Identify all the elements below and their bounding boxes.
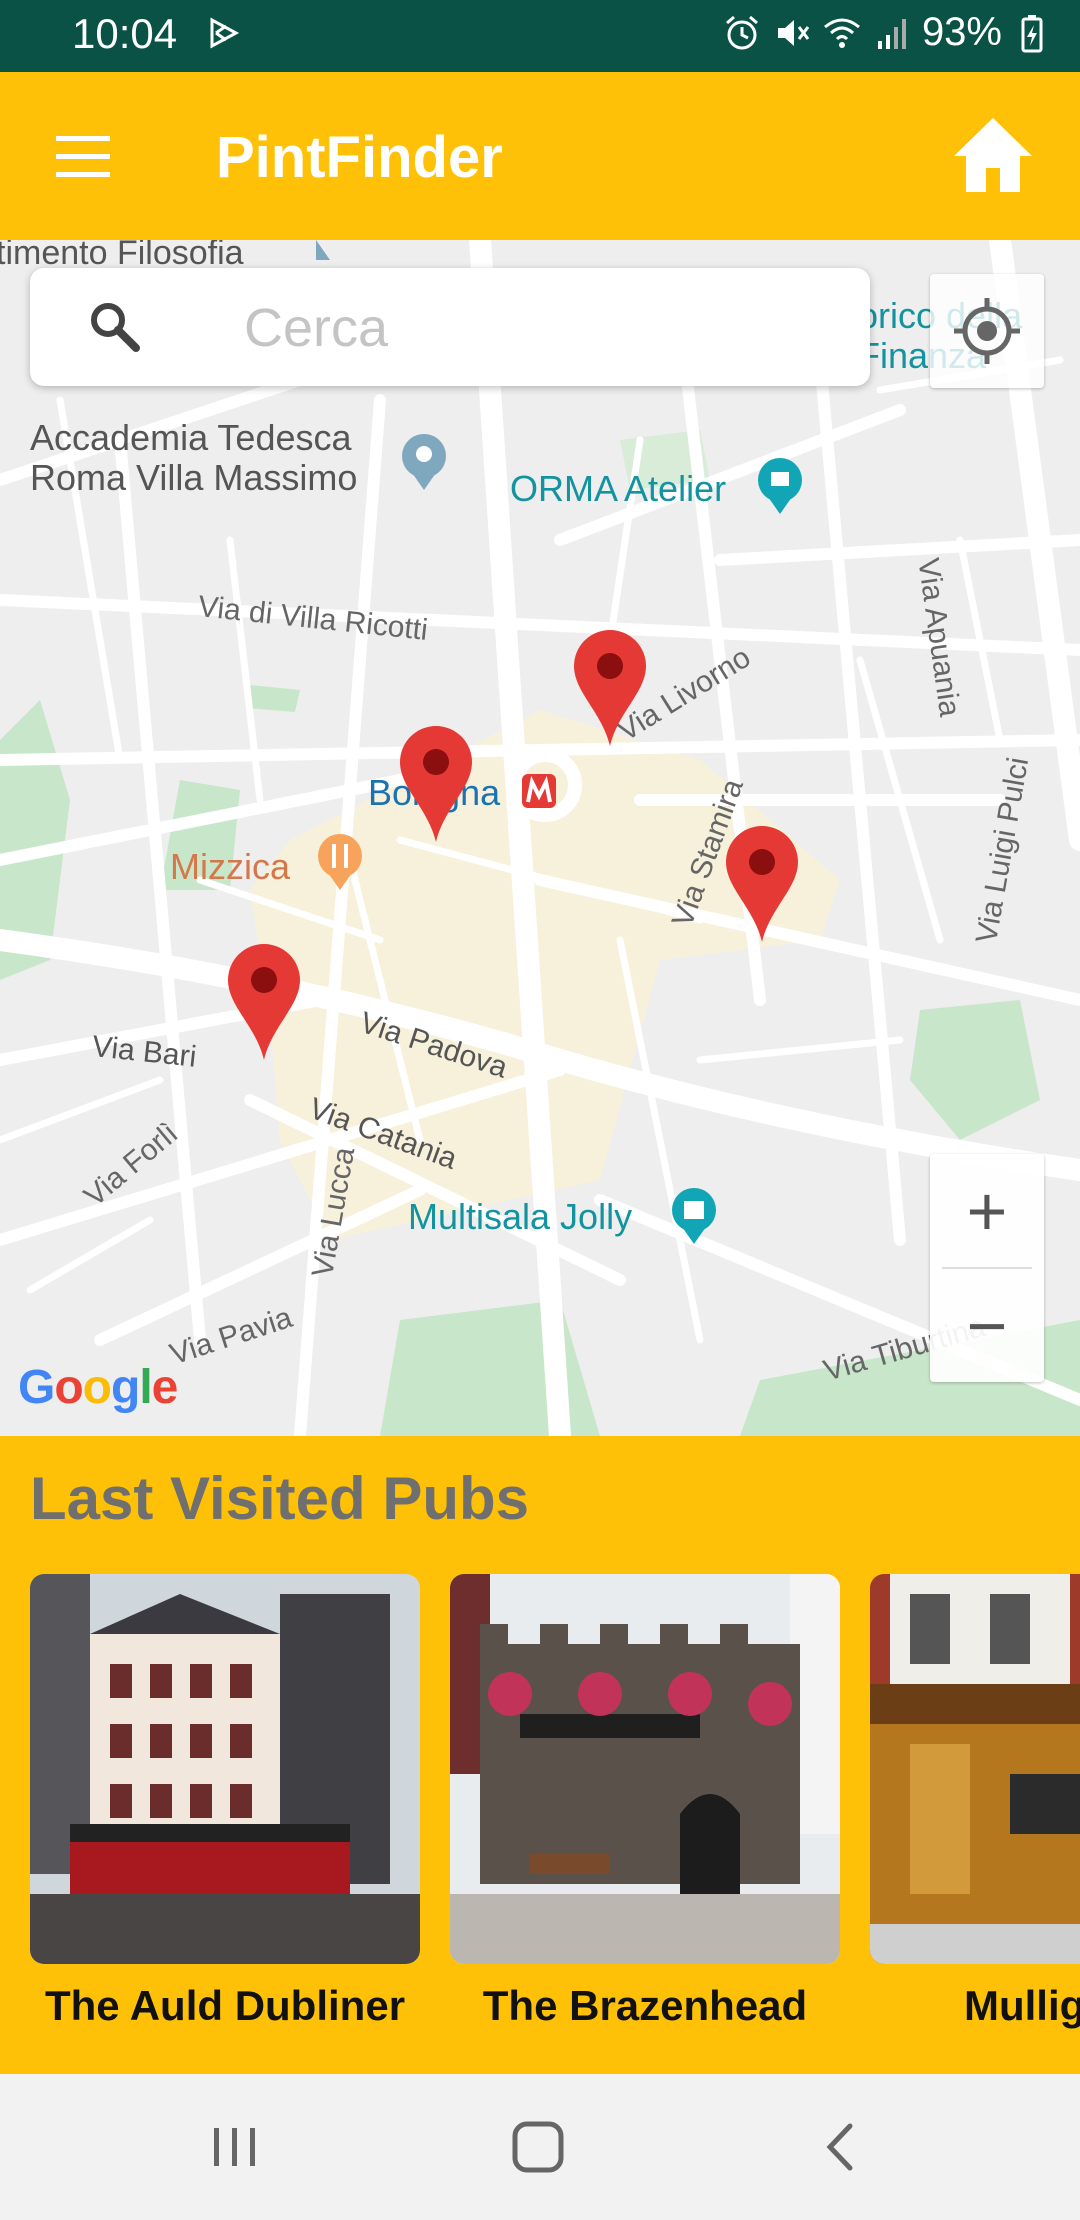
pub-marker[interactable] [398,724,474,844]
pub-image [450,1574,840,1964]
play-store-icon [210,17,240,49]
battery-icon [1021,14,1043,52]
map-label-accademia: Accademia Tedesca Roma Villa Massimo [30,417,358,498]
system-nav-bar [0,2074,1080,2220]
my-location-icon [954,298,1020,364]
google-logo: Google [18,1361,178,1414]
alarm-icon [725,15,758,49]
battery-percent: 93% [921,10,1002,54]
pub-name: Mullig [964,1982,1080,2029]
app-title: PintFinder [216,125,503,190]
pub-name: The Brazenhead [482,1982,808,2029]
zoom-in-button[interactable]: + [930,1154,1044,1267]
last-visited-section: Last Visited Pubs The Auld Dubliner The … [0,1436,1080,2074]
status-bar: 10:04 93% [0,0,1080,72]
section-title: Last Visited Pubs [30,1465,530,1532]
search-input[interactable] [242,288,826,368]
map-label-mizzica: Mizzica [170,846,291,887]
zoom-controls: + − [930,1154,1044,1382]
pub-name: The Auld Dubliner [44,1982,406,2029]
app-bar: PintFinder [0,72,1080,240]
pub-marker[interactable] [724,824,800,944]
pub-marker[interactable] [226,942,302,1062]
menu-icon[interactable] [52,130,114,182]
pub-card[interactable]: The Brazenhead [450,1574,840,2030]
map-label-orma: ORMA Atelier [510,468,727,509]
zoom-out-button[interactable]: − [930,1269,1044,1382]
search-bar[interactable] [30,268,870,386]
poi-pin-icon [402,434,446,490]
back-icon[interactable] [806,2112,876,2182]
pub-image [30,1574,420,1964]
map-label-multisala: Multisala Jolly [408,1196,633,1237]
pub-image [870,1574,1080,1964]
pub-card[interactable]: Mullig [870,1574,1080,2030]
pub-marker[interactable] [572,628,648,748]
home-icon[interactable] [950,112,1036,198]
my-location-button[interactable] [930,274,1044,388]
home-button-icon[interactable] [503,2112,573,2182]
museum-pin-icon [758,458,802,514]
search-icon [91,303,140,352]
wifi-icon [823,18,860,48]
signal-icon [877,18,906,49]
mute-icon [777,19,810,46]
pub-card[interactable]: The Auld Dubliner [30,1574,420,2030]
map-view[interactable]: timento Filosofia Accademia Tedesca Roma… [0,240,1080,1436]
metro-icon [522,774,556,808]
recent-apps-icon[interactable] [200,2112,270,2182]
status-time: 10:04 [72,10,178,57]
